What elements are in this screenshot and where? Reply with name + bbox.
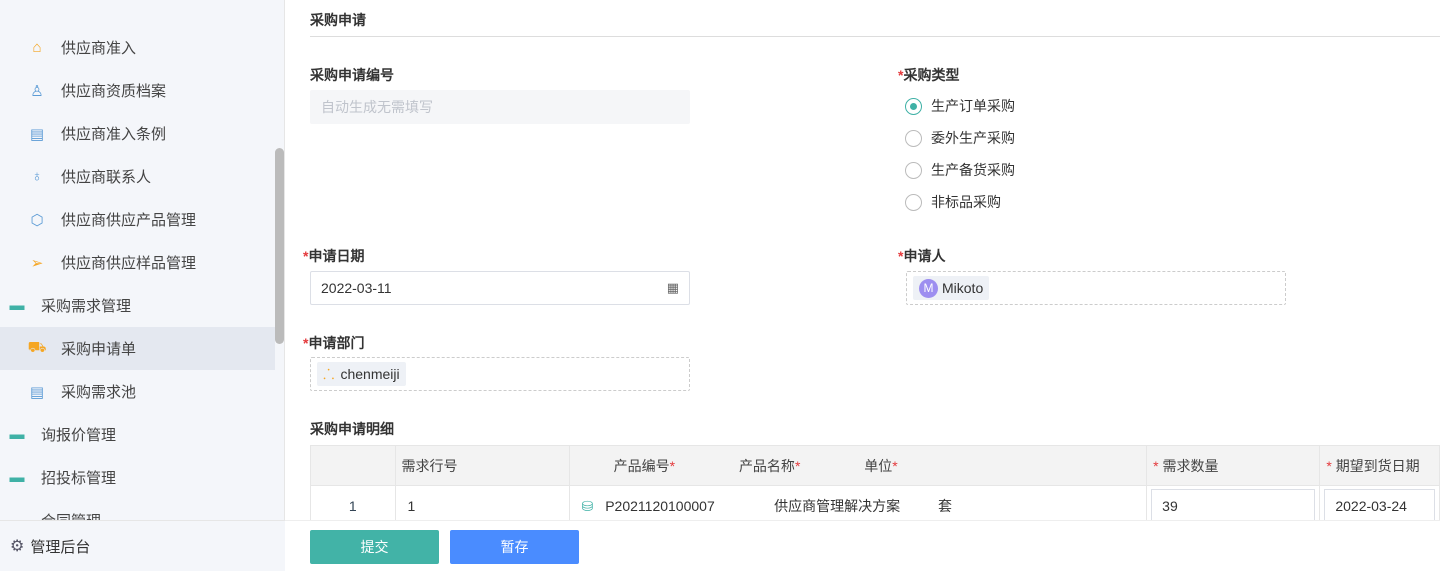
calendar-icon[interactable]: ▦ xyxy=(667,280,679,296)
type-radio[interactable]: 非标品采购 xyxy=(905,192,1001,212)
sidebar-item[interactable]: ⛟ 采购申请单 xyxy=(0,327,275,370)
code-label: 采购申请编号 xyxy=(310,67,394,83)
clipboard-icon: ▤ xyxy=(29,125,45,143)
folder-icon: ▬ xyxy=(9,426,25,443)
user-icon: ♁ xyxy=(31,168,43,185)
sidebar-item-label: 供应商准入条例 xyxy=(61,126,167,143)
type-radio[interactable]: 生产订单采购 xyxy=(905,96,1015,116)
sidebar-item[interactable]: ▬ 招投标管理 xyxy=(0,456,275,499)
sidebar-item[interactable]: ⌂ 供应商准入 xyxy=(0,26,275,69)
radio-label: 委外生产采购 xyxy=(931,130,1015,146)
applicant-name: Mikoto xyxy=(942,280,984,296)
dept-label: *申请部门 xyxy=(303,335,365,351)
sidebar-item-label: 采购申请单 xyxy=(61,341,137,358)
sidebar-item-label: 采购需求池 xyxy=(61,384,137,401)
sidebar-item-label: 供应商准入 xyxy=(61,40,137,57)
sidebar-item-label: 供应商供应产品管理 xyxy=(61,212,197,229)
divider xyxy=(310,36,1440,37)
dept-chip[interactable]: ⸫ chenmeiji xyxy=(317,362,406,386)
page-title: 采购申请 xyxy=(310,12,366,28)
avatar: M xyxy=(919,278,938,298)
sidebar-item[interactable]: ♙ 供应商资质档案 xyxy=(0,69,275,112)
dept-field[interactable]: ⸫ chenmeiji xyxy=(310,357,690,391)
applicant-chip[interactable]: M Mikoto xyxy=(913,276,990,300)
sidebar-item[interactable]: ▬ 询报价管理 xyxy=(0,413,275,456)
qty-input[interactable]: 39 xyxy=(1151,488,1316,523)
table-header: 需求行号 产品编号* 产品名称* 单位* * 需求数量 * 期望到货日期 xyxy=(310,445,1440,486)
date-cell-input[interactable]: 2022-03-24 xyxy=(1324,488,1435,523)
sidebar-item-label: 供应商资质档案 xyxy=(61,83,167,100)
detail-label: 采购申请明细 xyxy=(310,421,394,437)
applicant-field[interactable]: M Mikoto xyxy=(906,271,1286,305)
box-icon: ⬡ xyxy=(30,211,44,229)
folder-icon: ▬ xyxy=(9,469,25,486)
save-draft-button[interactable]: 暂存 xyxy=(450,530,579,564)
code-input[interactable]: 自动生成无需填写 xyxy=(310,90,690,124)
sidebar-item[interactable]: ▤ 采购需求池 xyxy=(0,370,275,413)
admin-link[interactable]: ⚙ 管理后台 xyxy=(0,520,285,571)
radio-circle[interactable] xyxy=(905,97,922,115)
type-radio[interactable]: 委外生产采购 xyxy=(905,128,1015,148)
stamp-icon: ♙ xyxy=(30,82,44,100)
sidebar-item-label: 采购需求管理 xyxy=(41,298,132,315)
gear-icon: ⚙ xyxy=(10,538,25,555)
col-index xyxy=(310,445,396,486)
submit-button[interactable]: 提交 xyxy=(310,530,439,564)
applicant-label: *申请人 xyxy=(898,248,946,264)
detail-table: 需求行号 产品编号* 产品名称* 单位* * 需求数量 * 期望到货日期 1 1… xyxy=(310,445,1440,526)
sidebar-item-label: 招投标管理 xyxy=(41,470,117,487)
sidebar-item[interactable]: ⬡ 供应商供应产品管理 xyxy=(0,198,275,241)
radio-label: 生产备货采购 xyxy=(931,162,1015,178)
dept-name: chenmeiji xyxy=(340,366,400,382)
send-icon: ➢ xyxy=(30,254,44,272)
type-radio[interactable]: 生产备货采购 xyxy=(905,160,1015,180)
product-icon[interactable]: ⛁ xyxy=(582,498,594,514)
col-line: 需求行号 xyxy=(394,445,570,486)
radio-circle[interactable] xyxy=(905,129,922,147)
radio-circle[interactable] xyxy=(905,161,922,179)
sidebar: ⌂ 供应商准入 ♙ 供应商资质档案 ▤ 供应商准入条例 ♁ 供应商联系人 ⬡ 供应商供应产品管理 ➢… xyxy=(0,0,285,571)
sidebar-item[interactable]: ▬ 采购需求管理 xyxy=(0,284,275,327)
sidebar-item[interactable]: ➢ 供应商供应样品管理 xyxy=(0,241,275,284)
date-value: 2022-03-11 xyxy=(321,280,392,296)
type-label: *采购类型 xyxy=(898,67,960,83)
folder-open-icon: ▬ xyxy=(9,297,25,314)
radio-label: 非标品采购 xyxy=(931,194,1001,210)
date-label: *申请日期 xyxy=(303,248,365,264)
sidebar-item[interactable]: ▤ 供应商准入条例 xyxy=(0,112,275,155)
radio-circle[interactable] xyxy=(905,193,922,211)
col-qty: * 需求数量 xyxy=(1146,445,1321,486)
col-product: 产品编号* 产品名称* 单位* xyxy=(568,445,1148,486)
date-input[interactable]: 2022-03-11 ▦ xyxy=(310,271,690,305)
col-date: * 期望到货日期 xyxy=(1319,445,1440,486)
home-icon: ⌂ xyxy=(32,39,42,56)
org-chart-icon: ⸫ xyxy=(323,365,335,382)
sidebar-item-label: 供应商供应样品管理 xyxy=(61,255,197,272)
sidebar-scrollbar[interactable] xyxy=(275,148,284,344)
clipboard-icon: ▤ xyxy=(29,383,45,401)
cart-icon: ⛟ xyxy=(27,339,47,356)
main-form: 采购申请 采购申请编号 自动生成无需填写 *采购类型 生产订单采购 委外生产采购生… xyxy=(285,0,1440,571)
sidebar-item[interactable]: ♁ 供应商联系人 xyxy=(0,155,275,198)
sidebar-item-label: 询报价管理 xyxy=(41,427,117,444)
sidebar-item-label: 供应商联系人 xyxy=(61,169,152,186)
radio-label: 生产订单采购 xyxy=(931,98,1015,114)
admin-label: 管理后台 xyxy=(30,538,91,556)
